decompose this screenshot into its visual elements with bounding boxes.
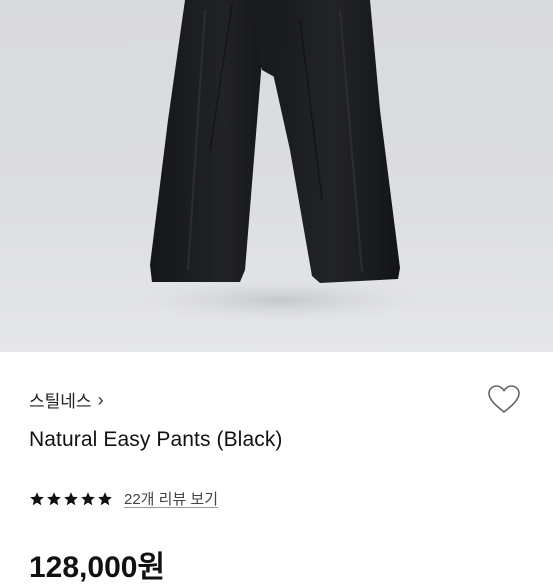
rating: 22개 리뷰 보기 bbox=[29, 488, 218, 509]
pants-photo bbox=[130, 0, 430, 322]
star-icon bbox=[47, 491, 61, 505]
star-icon bbox=[81, 491, 95, 505]
chevron-right-icon: › bbox=[97, 389, 104, 410]
star-rating bbox=[29, 491, 113, 507]
star-icon bbox=[98, 491, 112, 505]
review-link[interactable]: 22개 리뷰 보기 bbox=[124, 488, 218, 509]
product-title: Natural Easy Pants (Black) bbox=[29, 428, 283, 451]
brand-name[interactable]: 스틸네스 bbox=[29, 387, 92, 412]
star-icon bbox=[64, 491, 78, 505]
brand-link[interactable]: 스틸네스 › bbox=[29, 387, 104, 412]
heart-outline-icon bbox=[488, 385, 520, 413]
product-info: 스틸네스 › Natural Easy Pants (Black) 22개 리뷰… bbox=[0, 352, 553, 584]
star-icon bbox=[30, 491, 44, 505]
wishlist-button[interactable] bbox=[483, 380, 525, 418]
product-image[interactable] bbox=[0, 0, 553, 352]
product-price: 128,000원 bbox=[29, 551, 166, 584]
